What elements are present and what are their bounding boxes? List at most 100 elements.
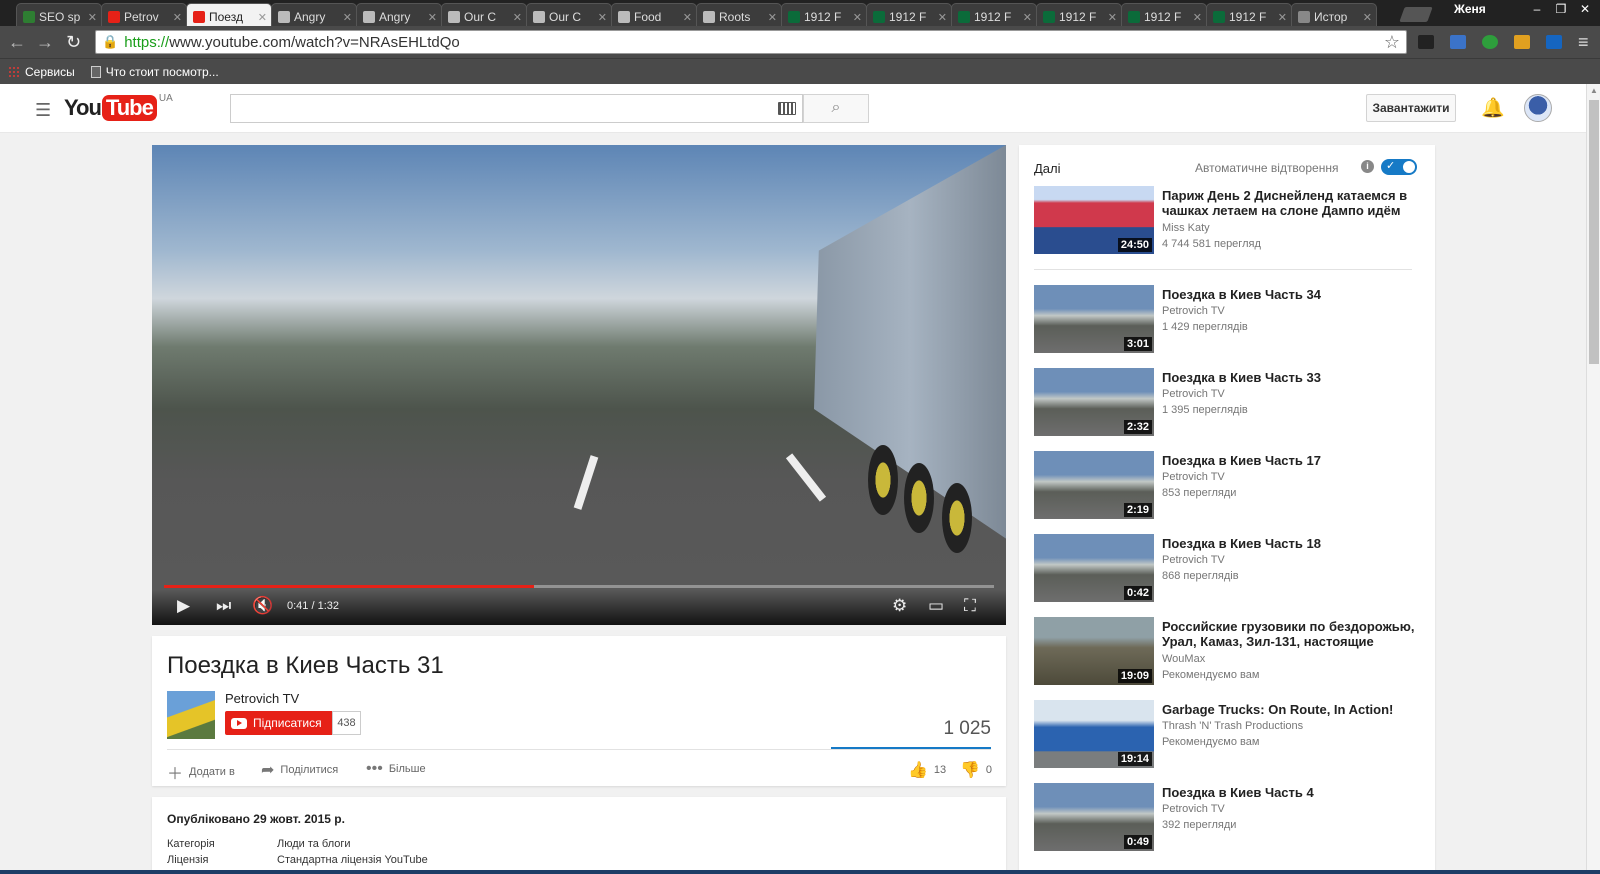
new-tab-button[interactable]: [1399, 7, 1433, 22]
browser-tab[interactable]: Angry ✕: [356, 3, 442, 26]
next-icon[interactable]: ⏭: [216, 596, 231, 616]
video-title-link[interactable]: Поездка в Киев Часть 34: [1162, 287, 1418, 302]
browser-tab[interactable]: Истор ✕: [1291, 3, 1377, 26]
meta-value[interactable]: Люди та блоги: [277, 838, 351, 850]
browser-tab[interactable]: Angry ✕: [271, 3, 357, 26]
video-title-link[interactable]: Поездка в Киев Часть 33: [1162, 370, 1418, 385]
mute-icon[interactable]: 🔇: [252, 596, 273, 616]
browser-tab[interactable]: 1912 F ✕: [781, 3, 867, 26]
account-avatar[interactable]: [1524, 94, 1552, 122]
tab-close-icon[interactable]: ✕: [1363, 11, 1372, 24]
browser-tab[interactable]: 1912 F ✕: [866, 3, 952, 26]
browser-tab[interactable]: SEO sp ✕: [16, 3, 102, 26]
tab-close-icon[interactable]: ✕: [343, 11, 352, 24]
dislike-button[interactable]: 👎 0: [960, 760, 992, 780]
browser-tab[interactable]: Roots ✕: [696, 3, 782, 26]
bookmark-star-icon[interactable]: ☆: [1384, 32, 1400, 53]
tab-close-icon[interactable]: ✕: [513, 11, 522, 24]
browser-tab[interactable]: Our C ✕: [526, 3, 612, 26]
share-button[interactable]: ➦ Поділитися: [261, 760, 338, 780]
info-icon[interactable]: i: [1361, 160, 1374, 173]
page-scrollbar[interactable]: ▲: [1586, 84, 1600, 874]
extension-cast-icon[interactable]: [1418, 35, 1434, 49]
video-title-link[interactable]: Российские грузовики по бездорожью, Урал…: [1162, 619, 1418, 649]
tab-close-icon[interactable]: ✕: [768, 11, 777, 24]
browser-tab[interactable]: 1912 F ✕: [1121, 3, 1207, 26]
subscribe-button[interactable]: Підписатися: [225, 711, 332, 735]
reload-icon[interactable]: ↻: [66, 32, 81, 52]
scrollbar-thumb[interactable]: [1589, 100, 1599, 364]
browser-tab[interactable]: Our C ✕: [441, 3, 527, 26]
minimize-icon[interactable]: ‒: [1526, 0, 1548, 18]
video-thumbnail[interactable]: 19:14: [1034, 700, 1154, 768]
extension-puzzle-icon[interactable]: [1514, 35, 1530, 49]
browser-tab[interactable]: 1912 F ✕: [951, 3, 1037, 26]
related-video[interactable]: 19:09 Российские грузовики по бездорожью,…: [1034, 617, 1415, 687]
meta-value[interactable]: Стандартна ліцензія YouTube: [277, 854, 428, 866]
tab-close-icon[interactable]: ✕: [88, 11, 97, 24]
up-next-video[interactable]: 24:50 Париж День 2 Диснейленд катаемся в…: [1034, 186, 1414, 256]
autoplay-toggle[interactable]: ✓: [1381, 159, 1417, 175]
profile-name[interactable]: Женя: [1454, 2, 1486, 16]
tab-close-icon[interactable]: ✕: [1023, 11, 1032, 24]
tab-close-icon[interactable]: ✕: [598, 11, 607, 24]
channel-name[interactable]: Petrovich TV: [225, 691, 299, 706]
youtube-logo[interactable]: You Tube UA: [64, 93, 173, 121]
browser-menu-icon[interactable]: ≡: [1578, 32, 1589, 53]
restore-icon[interactable]: ❐: [1550, 0, 1572, 18]
video-title-link[interactable]: Поездка в Киев Часть 17: [1162, 453, 1418, 468]
like-button[interactable]: 👍 13: [908, 760, 946, 780]
browser-tab[interactable]: Petrov ✕: [101, 3, 187, 26]
tab-close-icon[interactable]: ✕: [1278, 11, 1287, 24]
video-thumbnail[interactable]: 3:01: [1034, 285, 1154, 353]
guide-menu-icon[interactable]: ☰: [35, 100, 51, 121]
progress-bar[interactable]: [164, 585, 994, 588]
scroll-up-icon[interactable]: ▲: [1590, 86, 1598, 95]
related-video[interactable]: 0:42 Поездка в Киев Часть 18 Petrovich TV 8…: [1034, 534, 1414, 604]
video-thumbnail[interactable]: 0:49: [1034, 783, 1154, 851]
tab-close-icon[interactable]: ✕: [683, 11, 692, 24]
theater-mode-icon[interactable]: ▭: [928, 596, 944, 616]
browser-tab[interactable]: 1912 F ✕: [1206, 3, 1292, 26]
related-video[interactable]: 0:49 Поездка в Киев Часть 4 Petrovich TV 39…: [1034, 783, 1414, 853]
browser-tab[interactable]: Food ✕: [611, 3, 697, 26]
tab-close-icon[interactable]: ✕: [853, 11, 862, 24]
keyboard-icon[interactable]: [778, 102, 796, 115]
search-input[interactable]: [230, 94, 803, 123]
play-icon[interactable]: ▶: [177, 596, 190, 616]
search-button[interactable]: ⌕: [803, 94, 869, 123]
address-bar[interactable]: 🔒 https://www.youtube.com/watch?v=NRAsEH…: [95, 30, 1407, 54]
extension-badge-icon[interactable]: [1546, 35, 1562, 49]
video-title-link[interactable]: Париж День 2 Диснейленд катаемся в чашка…: [1162, 188, 1418, 218]
more-button[interactable]: ••• Більше: [366, 760, 426, 778]
bookmark-item[interactable]: Что стоит посмотр...: [90, 65, 219, 79]
settings-gear-icon[interactable]: ⚙: [892, 596, 907, 616]
video-title-link[interactable]: Поездка в Киев Часть 4: [1162, 785, 1418, 800]
back-icon[interactable]: ←: [8, 32, 26, 52]
notifications-bell-icon[interactable]: 🔔: [1481, 96, 1505, 120]
related-video[interactable]: 2:19 Поездка в Киев Часть 17 Petrovich TV 8…: [1034, 451, 1414, 521]
video-title-link[interactable]: Поездка в Киев Часть 18: [1162, 536, 1418, 551]
fullscreen-icon[interactable]: ⛶: [964, 596, 976, 616]
add-to-button[interactable]: ＋ Додати в: [167, 760, 235, 784]
forward-icon[interactable]: →: [36, 32, 54, 52]
tab-close-icon[interactable]: ✕: [1108, 11, 1117, 24]
browser-tab[interactable]: 1912 F ✕: [1036, 3, 1122, 26]
channel-thumbnail[interactable]: [167, 691, 215, 739]
video-player[interactable]: ▶ ⏭ 🔇 0:41 / 1:32 ⚙ ▭ ⛶: [152, 145, 1006, 625]
video-thumbnail[interactable]: 19:09: [1034, 617, 1154, 685]
close-window-icon[interactable]: ✕: [1574, 0, 1596, 18]
video-title-link[interactable]: Garbage Trucks: On Route, In Action!: [1162, 702, 1418, 717]
tab-close-icon[interactable]: ✕: [1193, 11, 1202, 24]
video-thumbnail[interactable]: 2:19: [1034, 451, 1154, 519]
video-thumbnail[interactable]: 0:42: [1034, 534, 1154, 602]
tab-close-icon[interactable]: ✕: [428, 11, 437, 24]
extension-monitor-icon[interactable]: [1450, 35, 1466, 49]
related-video[interactable]: 2:32 Поездка в Киев Часть 33 Petrovich TV 1…: [1034, 368, 1414, 438]
video-thumbnail[interactable]: 2:32: [1034, 368, 1154, 436]
tab-close-icon[interactable]: ✕: [173, 11, 182, 24]
browser-tab[interactable]: Поезд ✕: [186, 3, 272, 26]
video-thumbnail[interactable]: 24:50: [1034, 186, 1154, 254]
related-video[interactable]: 3:01 Поездка в Киев Часть 34 Petrovich TV 1…: [1034, 285, 1414, 355]
bookmark-apps[interactable]: Сервисы: [8, 65, 75, 79]
